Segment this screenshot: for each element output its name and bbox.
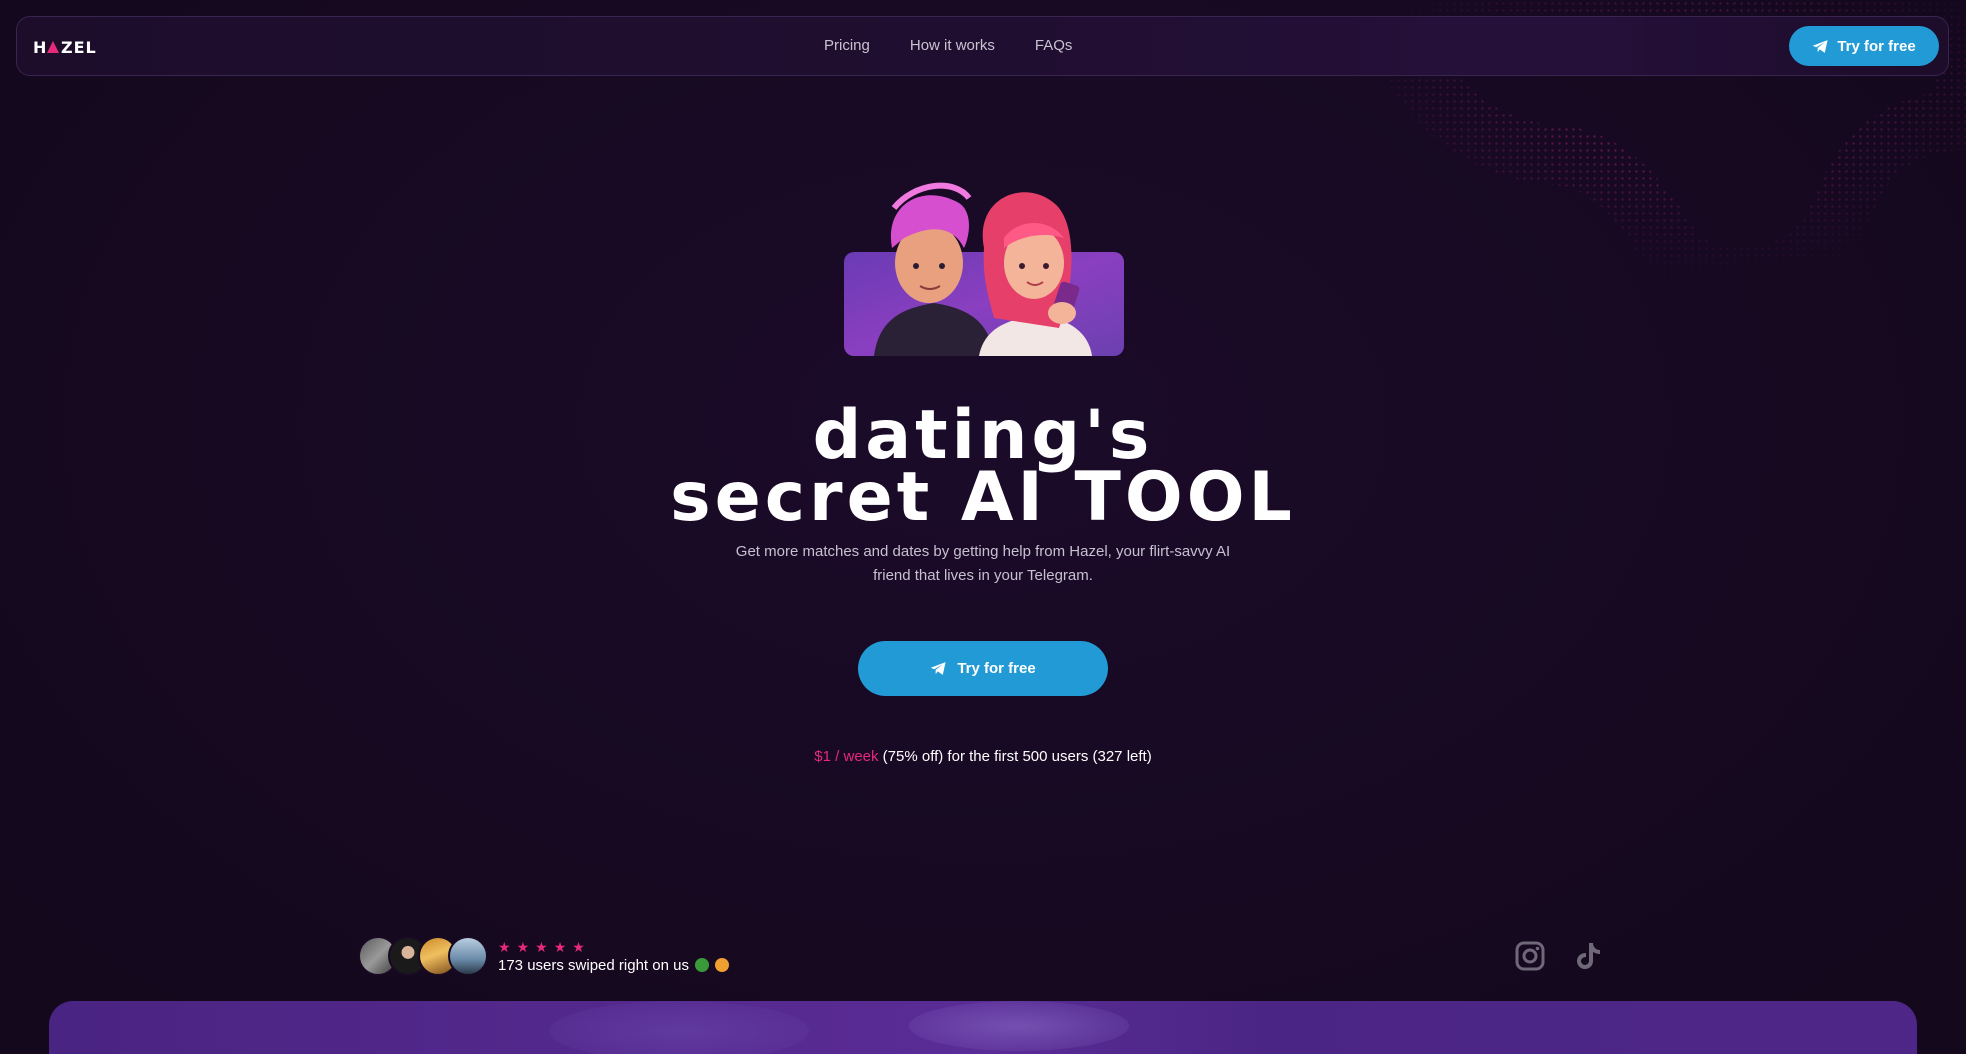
svg-text:H: H [33,39,47,55]
star-icon: ★ [535,938,548,955]
nav-cta-label: Try for free [1837,37,1916,55]
star-icon: ★ [498,938,511,955]
instagram-icon[interactable] [1514,940,1546,972]
page: H ZEL Pricing How it works FAQs Try for … [0,0,1966,1054]
swipe-count: 173 users swiped right on us [498,957,729,974]
nav-link-how-it-works[interactable]: How it works [910,37,995,54]
headline-line-2: secret AI TOOL [0,458,1966,537]
nav-try-for-free-button[interactable]: Try for free [1789,26,1939,66]
hazel-logo-mark: H ZEL [33,39,97,55]
panel-glow [549,1001,809,1054]
offer-details: (75% off) for the first 500 users (327 l… [878,748,1152,765]
user-avatars [358,936,488,976]
panel-glow [909,1001,1129,1051]
proof-text: ★ ★ ★ ★ ★ 173 users swiped right on us [498,939,729,974]
headline-word-secret: secret [670,458,934,537]
nav-link-faqs[interactable]: FAQs [1035,37,1073,54]
star-icon: ★ [553,938,567,955]
hero-cta-label: Try for free [957,660,1036,677]
tiktok-icon[interactable] [1572,940,1604,972]
face-emoji-icon [694,958,709,972]
hazel-logo[interactable]: H ZEL [33,37,109,57]
bottom-preview-panel [49,1001,1917,1054]
couple-illustration [844,182,1124,356]
hero-try-for-free-button[interactable]: Try for free [858,641,1108,696]
top-navbar: H ZEL Pricing How it works FAQs Try for … [16,16,1949,76]
swipe-count-text: 173 users swiped right on us [498,956,689,974]
nav-links: Pricing How it works FAQs [824,37,1072,54]
rating-stars: ★ ★ ★ ★ ★ [498,939,729,955]
star-icon: ★ [572,938,585,955]
hero-subtitle: Get more matches and dates by getting he… [735,543,1231,584]
nav-link-pricing[interactable]: Pricing [824,37,870,54]
telegram-icon [931,662,946,675]
svg-text:ZEL: ZEL [61,39,97,55]
social-proof: ★ ★ ★ ★ ★ 173 users swiped right on us [358,934,729,978]
offer-price: $1 / week [814,748,879,765]
pricing-offer: $1 / week (75% off) for the first 500 us… [0,748,1966,765]
star-icon: ★ [516,938,530,955]
heart-eyes-emoji-icon [714,958,729,972]
social-links [1514,940,1604,972]
telegram-icon [1813,39,1828,53]
avatar [448,936,488,976]
headline-ai-tool: AI TOOL [960,458,1296,537]
